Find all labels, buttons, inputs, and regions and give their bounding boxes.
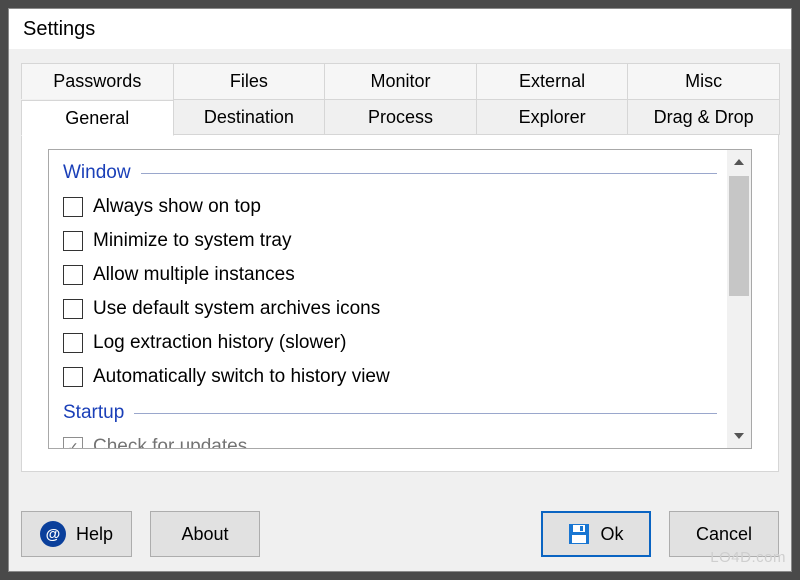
- option-label: Minimize to system tray: [93, 230, 291, 252]
- settings-window: Settings Passwords Files Monitor Externa…: [8, 8, 792, 572]
- cancel-label: Cancel: [696, 524, 752, 545]
- tab-process[interactable]: Process: [324, 99, 477, 135]
- cancel-button[interactable]: Cancel: [669, 511, 779, 557]
- tab-monitor[interactable]: Monitor: [324, 63, 477, 99]
- checkbox[interactable]: [63, 231, 83, 251]
- options-scroll-area: Window Always show on top Minimize to sy…: [49, 150, 727, 448]
- scroll-thumb[interactable]: [729, 176, 749, 296]
- option-label: Automatically switch to history view: [93, 366, 390, 388]
- tab-row-back: Passwords Files Monitor External Misc: [21, 63, 779, 99]
- tab-explorer[interactable]: Explorer: [476, 99, 629, 135]
- group-line: [134, 413, 717, 414]
- option-label: Always show on top: [93, 196, 261, 218]
- checkbox[interactable]: [63, 333, 83, 353]
- option-auto-history-view[interactable]: Automatically switch to history view: [63, 360, 717, 394]
- checkbox[interactable]: ✓: [63, 437, 83, 448]
- button-bar: @ Help About Ok Cancel: [21, 511, 779, 557]
- tab-passwords[interactable]: Passwords: [21, 63, 174, 99]
- tab-row-front: General Destination Process Explorer Dra…: [21, 99, 779, 135]
- client-area: Passwords Files Monitor External Misc Ge…: [9, 49, 791, 571]
- option-default-icons[interactable]: Use default system archives icons: [63, 292, 717, 326]
- tab-drag-drop[interactable]: Drag & Drop: [627, 99, 780, 135]
- option-label: Log extraction history (slower): [93, 332, 346, 354]
- checkbox[interactable]: [63, 265, 83, 285]
- tab-files[interactable]: Files: [173, 63, 326, 99]
- tab-general[interactable]: General: [21, 100, 174, 136]
- tab-misc[interactable]: Misc: [627, 63, 780, 99]
- group-title-startup: Startup: [63, 402, 124, 424]
- scroll-down-arrow-icon[interactable]: [727, 424, 751, 448]
- window-title: Settings: [23, 18, 95, 41]
- about-label: About: [182, 524, 229, 545]
- option-always-on-top[interactable]: Always show on top: [63, 190, 717, 224]
- ok-button[interactable]: Ok: [541, 511, 651, 557]
- tab-panel-general: Window Always show on top Minimize to sy…: [21, 134, 779, 472]
- option-multiple-instances[interactable]: Allow multiple instances: [63, 258, 717, 292]
- option-log-history[interactable]: Log extraction history (slower): [63, 326, 717, 360]
- tab-external[interactable]: External: [476, 63, 629, 99]
- help-label: Help: [76, 524, 113, 545]
- ok-label: Ok: [600, 524, 623, 545]
- checkbox[interactable]: [63, 197, 83, 217]
- titlebar: Settings: [9, 9, 791, 49]
- option-minimize-tray[interactable]: Minimize to system tray: [63, 224, 717, 258]
- group-header-window: Window: [63, 162, 717, 184]
- options-panel: Window Always show on top Minimize to sy…: [48, 149, 752, 449]
- at-icon: @: [40, 521, 66, 547]
- spacer: [278, 511, 523, 557]
- option-label: Allow multiple instances: [93, 264, 295, 286]
- group-line: [141, 173, 717, 174]
- scroll-up-arrow-icon[interactable]: [727, 150, 751, 174]
- checkbox[interactable]: [63, 299, 83, 319]
- option-label: Use default system archives icons: [93, 298, 380, 320]
- group-title-window: Window: [63, 162, 131, 184]
- option-label: Check for updates: [93, 436, 247, 448]
- tab-destination[interactable]: Destination: [173, 99, 326, 135]
- scrollbar[interactable]: [727, 150, 751, 448]
- about-button[interactable]: About: [150, 511, 260, 557]
- tab-control: Passwords Files Monitor External Misc Ge…: [21, 63, 779, 472]
- floppy-icon: [568, 523, 590, 545]
- group-header-startup: Startup: [63, 402, 717, 424]
- help-button[interactable]: @ Help: [21, 511, 132, 557]
- option-check-updates[interactable]: ✓ Check for updates: [63, 430, 717, 448]
- checkbox[interactable]: [63, 367, 83, 387]
